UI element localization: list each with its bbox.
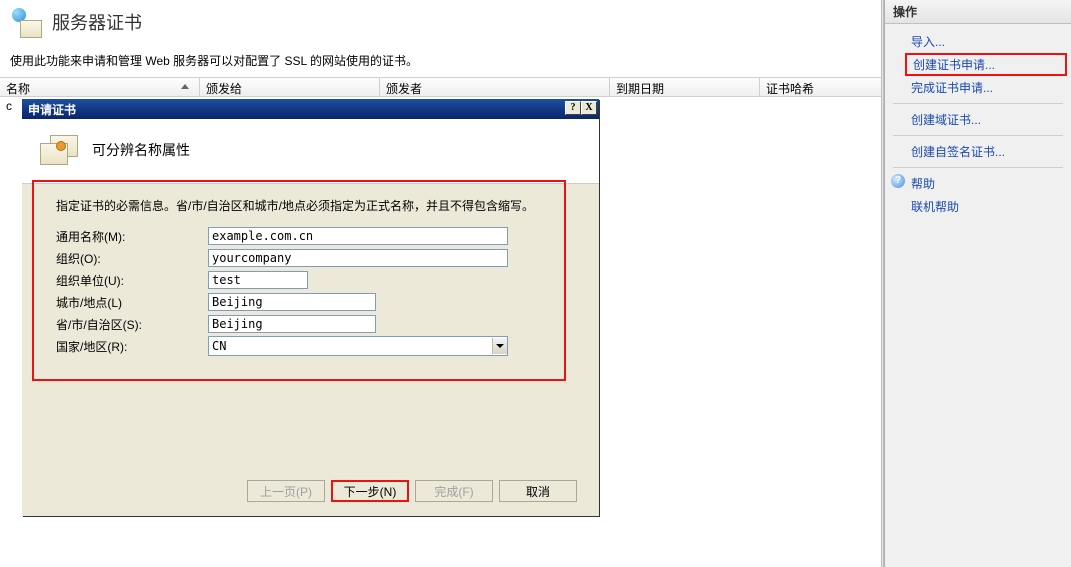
page-icon [10, 6, 42, 38]
cancel-button[interactable]: 取消 [499, 480, 577, 502]
next-button[interactable]: 下一步(N) [331, 480, 409, 502]
label-country: 国家/地区(R): [56, 338, 208, 355]
dialog-heading: 可分辨名称属性 [92, 140, 190, 160]
th-issuer[interactable]: 颁发者 [380, 78, 610, 96]
form-hint: 指定证书的必需信息。省/市/自治区和城市/地点必须指定为正式名称，并且不得包含缩… [40, 191, 581, 226]
label-org-unit: 组织单位(U): [56, 272, 208, 289]
city-input[interactable] [208, 293, 376, 311]
request-cert-dialog: 申请证书 ? X 可分辨名称属性 指定证书的必需信息。省/市/自治区和城市/地点… [22, 99, 599, 516]
common-name-input[interactable] [208, 227, 508, 245]
label-state: 省/市/自治区(S): [56, 316, 208, 333]
dialog-title: 申请证书 [28, 101, 76, 118]
separator [893, 167, 1063, 168]
actions-panel: 操作 导入... 创建证书申请... 完成证书申请... 创建域证书... 创建… [884, 0, 1071, 567]
page-title: 服务器证书 [52, 9, 142, 35]
label-common-name: 通用名称(M): [56, 228, 208, 245]
prev-button: 上一页(P) [247, 480, 325, 502]
action-self-signed[interactable]: 创建自签名证书... [885, 140, 1071, 163]
action-import[interactable]: 导入... [885, 30, 1071, 53]
action-online-help[interactable]: 联机帮助 [885, 195, 1071, 218]
action-complete-request[interactable]: 完成证书申请... [885, 76, 1071, 99]
th-name[interactable]: 名称 [0, 78, 200, 96]
help-icon: ? [891, 174, 905, 188]
th-issued-to[interactable]: 颁发给 [200, 78, 380, 96]
action-help[interactable]: ?帮助 [885, 172, 1071, 195]
th-expiry[interactable]: 到期日期 [610, 78, 760, 96]
actions-header: 操作 [885, 0, 1071, 24]
finish-button: 完成(F) [415, 480, 493, 502]
country-select[interactable]: CN [208, 336, 508, 356]
dialog-titlebar[interactable]: 申请证书 ? X [22, 99, 599, 119]
help-button[interactable]: ? [565, 101, 581, 115]
cert-icon [40, 133, 80, 167]
label-city: 城市/地点(L) [56, 294, 208, 311]
cert-table-header: 名称 颁发给 颁发者 到期日期 证书哈希 [0, 77, 884, 97]
separator [893, 103, 1063, 104]
sort-asc-icon [181, 84, 189, 89]
state-input[interactable] [208, 315, 376, 333]
org-unit-input[interactable] [208, 271, 308, 289]
label-organization: 组织(O): [56, 250, 208, 267]
separator [893, 135, 1063, 136]
chevron-down-icon [492, 338, 507, 354]
page-subtitle: 使用此功能来申请和管理 Web 服务器可以对配置了 SSL 的网站使用的证书。 [0, 48, 884, 77]
country-value: CN [212, 339, 226, 353]
action-create-request[interactable]: 创建证书申请... [905, 53, 1067, 76]
close-button[interactable]: X [581, 101, 597, 115]
organization-input[interactable] [208, 249, 508, 267]
th-hash[interactable]: 证书哈希 [760, 78, 884, 96]
action-domain-cert[interactable]: 创建域证书... [885, 108, 1071, 131]
